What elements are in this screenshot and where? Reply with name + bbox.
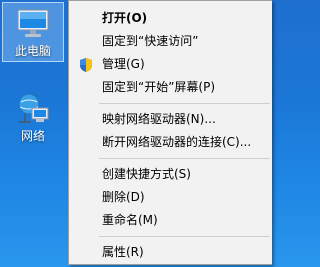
desktop-icon-network[interactable]: 网络: [3, 88, 63, 146]
menu-item-label: 删除(D): [102, 190, 145, 204]
menu-item-label: 重命名(M): [102, 213, 158, 227]
menu-item-rename[interactable]: 重命名(M): [69, 209, 272, 232]
menu-item-label: 属性(R): [102, 245, 144, 259]
menu-separator: [99, 158, 270, 159]
menu-item-label: 断开网络驱动器的连接(C)...: [102, 135, 252, 149]
desktop: 此电脑 网络 打开(O) 固定到“快速访问” 管理(G) 固定到“开始”屏幕(P…: [0, 0, 272, 267]
menu-item-pin-start[interactable]: 固定到“开始”屏幕(P): [69, 76, 272, 99]
network-icon: [18, 93, 49, 123]
menu-item-label: 打开(O): [102, 11, 148, 25]
menu-item-map-drive[interactable]: 映射网络驱动器(N)...: [69, 108, 272, 131]
context-menu: 打开(O) 固定到“快速访问” 管理(G) 固定到“开始”屏幕(P) 映射网络驱…: [68, 0, 272, 265]
menu-item-label: 映射网络驱动器(N)...: [102, 112, 216, 126]
menu-item-open[interactable]: 打开(O): [69, 7, 272, 30]
menu-item-create-shortcut[interactable]: 创建快捷方式(S): [69, 163, 272, 186]
menu-item-delete[interactable]: 删除(D): [69, 186, 272, 209]
menu-item-label: 管理(G): [102, 57, 145, 71]
menu-item-label: 固定到“快速访问”: [102, 34, 199, 48]
desktop-icon-this-pc[interactable]: 此电脑: [2, 2, 64, 62]
menu-item-pin-quick-access[interactable]: 固定到“快速访问”: [69, 30, 272, 53]
uac-shield-icon: [80, 58, 92, 72]
menu-item-label: 固定到“开始”屏幕(P): [102, 80, 216, 94]
menu-separator: [99, 236, 270, 237]
menu-item-label: 创建快捷方式(S): [102, 167, 191, 181]
menu-item-manage[interactable]: 管理(G): [69, 53, 272, 76]
menu-item-disconnect-drive[interactable]: 断开网络驱动器的连接(C)...: [69, 131, 272, 154]
computer-icon: [17, 9, 49, 37]
menu-item-properties[interactable]: 属性(R): [69, 241, 272, 264]
desktop-icon-label: 网络: [20, 129, 45, 143]
menu-separator: [99, 103, 270, 104]
desktop-icon-label: 此电脑: [14, 44, 51, 58]
